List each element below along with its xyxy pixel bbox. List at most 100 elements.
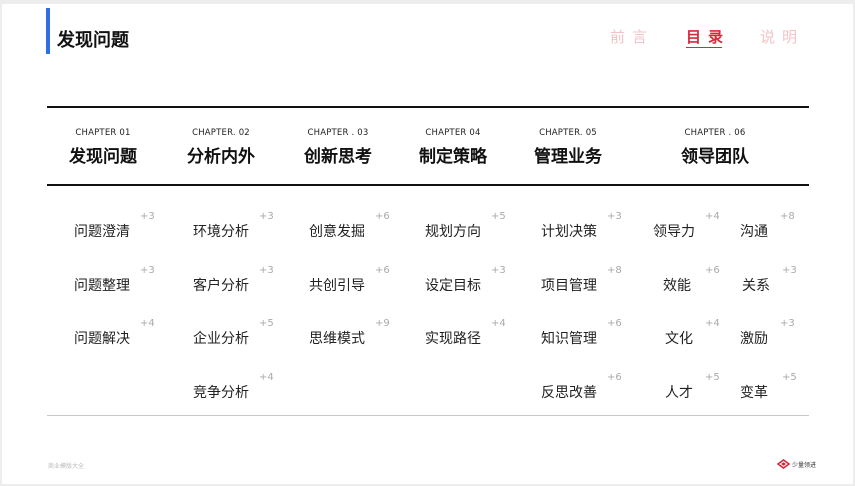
nav-item-contents[interactable]: 目录 <box>686 26 731 48</box>
item-label: 反思改善 <box>541 385 597 401</box>
toc-item-customer-analysis[interactable]: 客户分析 +3 <box>193 265 274 295</box>
toc-item-problem-clarify[interactable]: 问题澄清 +3 <box>74 211 155 241</box>
toc-item-enterprise-analysis[interactable]: 企业分析 +5 <box>193 318 274 348</box>
item-count-badge: +4 <box>705 318 720 329</box>
item-label: 竞争分析 <box>193 385 249 401</box>
toc-item-motivation[interactable]: 激励 +3 <box>740 318 795 348</box>
item-label: 客户分析 <box>193 278 249 294</box>
item-label: 实现路径 <box>425 331 481 347</box>
chapter-title: 创新思考 <box>304 147 372 167</box>
bottom-divider <box>47 415 809 416</box>
chapter-label: CHAPTER . 06 <box>684 128 746 138</box>
item-label: 领导力 <box>653 224 695 240</box>
brand-logo: 少量领进 <box>777 459 816 469</box>
item-label: 思维模式 <box>309 331 365 347</box>
nav-item-contents-label: 目录 <box>686 28 731 46</box>
item-count-badge: +6 <box>607 318 622 329</box>
item-label: 文化 <box>665 331 693 347</box>
toc-item-co-creation[interactable]: 共创引导 +6 <box>309 265 390 295</box>
item-count-badge: +3 <box>259 211 274 222</box>
slide: 发现问题 前言 目录 说明 CHAPTER 01 发现问题 CHAPTER. 0… <box>2 4 853 484</box>
toc-item-transformation[interactable]: 变革 +5 <box>740 372 797 402</box>
item-count-badge: +3 <box>607 211 622 222</box>
toc-item-plan-decision[interactable]: 计划决策 +3 <box>541 211 622 241</box>
item-count-badge: +3 <box>259 265 274 276</box>
item-label: 项目管理 <box>541 278 597 294</box>
chapter-label: CHAPTER. 05 <box>539 128 597 138</box>
item-label: 创意发掘 <box>309 224 365 240</box>
toc-item-project-management[interactable]: 项目管理 +8 <box>541 265 622 295</box>
item-count-badge: +6 <box>705 265 720 276</box>
item-label: 计划决策 <box>541 224 597 240</box>
item-label: 共创引导 <box>309 278 365 294</box>
chapter-02: CHAPTER. 02 分析内外 <box>183 128 259 167</box>
item-label: 变革 <box>740 385 768 401</box>
toc-item-environment-analysis[interactable]: 环境分析 +3 <box>193 211 274 241</box>
item-label: 设定目标 <box>425 278 481 294</box>
item-count-badge: +4 <box>140 318 155 329</box>
item-count-badge: +3 <box>140 265 155 276</box>
item-count-badge: +4 <box>259 372 274 383</box>
item-label: 问题解决 <box>74 331 130 347</box>
item-count-badge: +3 <box>780 318 795 329</box>
item-count-badge: +6 <box>375 211 390 222</box>
item-label: 激励 <box>740 331 768 347</box>
chapter-title: 发现问题 <box>69 147 137 167</box>
item-label: 沟通 <box>740 224 768 240</box>
item-label: 效能 <box>663 278 691 294</box>
toc-item-culture[interactable]: 文化 +4 <box>665 318 720 348</box>
top-divider <box>47 106 809 108</box>
chapter-04: CHAPTER 04 制定策略 <box>415 128 491 167</box>
item-count-badge: +5 <box>705 372 720 383</box>
nav-item-notes[interactable]: 说明 <box>760 26 804 47</box>
item-count-badge: +4 <box>491 318 506 329</box>
item-count-badge: +3 <box>491 265 506 276</box>
chapter-title: 领导团队 <box>681 147 749 167</box>
toc-item-problem-organize[interactable]: 问题整理 +3 <box>74 265 155 295</box>
toc-item-talent[interactable]: 人才 +5 <box>665 372 720 402</box>
item-count-badge: +5 <box>259 318 274 329</box>
item-count-badge: +8 <box>780 211 795 222</box>
item-label: 问题整理 <box>74 278 130 294</box>
toc-item-relationship[interactable]: 关系 +3 <box>742 265 797 295</box>
item-count-badge: +8 <box>607 265 622 276</box>
item-count-badge: +9 <box>375 318 390 329</box>
chapter-label: CHAPTER 01 <box>75 128 131 138</box>
chapter-title: 分析内外 <box>187 147 255 167</box>
chapter-title: 制定策略 <box>419 147 487 167</box>
page-title: 发现问题 <box>57 30 129 51</box>
active-underline <box>686 47 723 48</box>
nav-item-preface[interactable]: 前言 <box>610 26 654 47</box>
title-accent-bar <box>46 8 50 54</box>
chapter-05: CHAPTER. 05 管理业务 <box>530 128 606 167</box>
item-label: 规划方向 <box>425 224 481 240</box>
toc-item-knowledge-management[interactable]: 知识管理 +6 <box>541 318 622 348</box>
item-count-badge: +6 <box>375 265 390 276</box>
toc-item-reflection-improvement[interactable]: 反思改善 +6 <box>541 372 622 402</box>
toc-item-communication[interactable]: 沟通 +8 <box>740 211 795 241</box>
item-count-badge: +6 <box>607 372 622 383</box>
toc-item-problem-solve[interactable]: 问题解决 +4 <box>74 318 155 348</box>
item-label: 知识管理 <box>541 331 597 347</box>
chapter-title: 管理业务 <box>534 147 602 167</box>
toc-item-leadership[interactable]: 领导力 +4 <box>653 211 720 241</box>
chapter-01: CHAPTER 01 发现问题 <box>65 128 141 167</box>
toc-item-implementation-path[interactable]: 实现路径 +4 <box>425 318 506 348</box>
toc-item-thinking-mode[interactable]: 思维模式 +9 <box>309 318 390 348</box>
item-label: 环境分析 <box>193 224 249 240</box>
item-label: 人才 <box>665 385 693 401</box>
toc-item-idea-discovery[interactable]: 创意发掘 +6 <box>309 211 390 241</box>
chapter-label: CHAPTER. 02 <box>192 128 250 138</box>
chapter-label: CHAPTER . 03 <box>307 128 369 138</box>
item-label: 问题澄清 <box>74 224 130 240</box>
item-count-badge: +5 <box>782 372 797 383</box>
item-label: 关系 <box>742 278 770 294</box>
item-count-badge: +5 <box>491 211 506 222</box>
toc-item-competition-analysis[interactable]: 竞争分析 +4 <box>193 372 274 402</box>
header-divider <box>47 184 809 186</box>
toc-item-plan-direction[interactable]: 规划方向 +5 <box>425 211 506 241</box>
toc-item-set-goals[interactable]: 设定目标 +3 <box>425 265 506 295</box>
toc-item-effectiveness[interactable]: 效能 +6 <box>663 265 720 295</box>
brand-logo-icon <box>777 459 790 469</box>
chapter-06: CHAPTER . 06 领导团队 <box>677 128 753 167</box>
